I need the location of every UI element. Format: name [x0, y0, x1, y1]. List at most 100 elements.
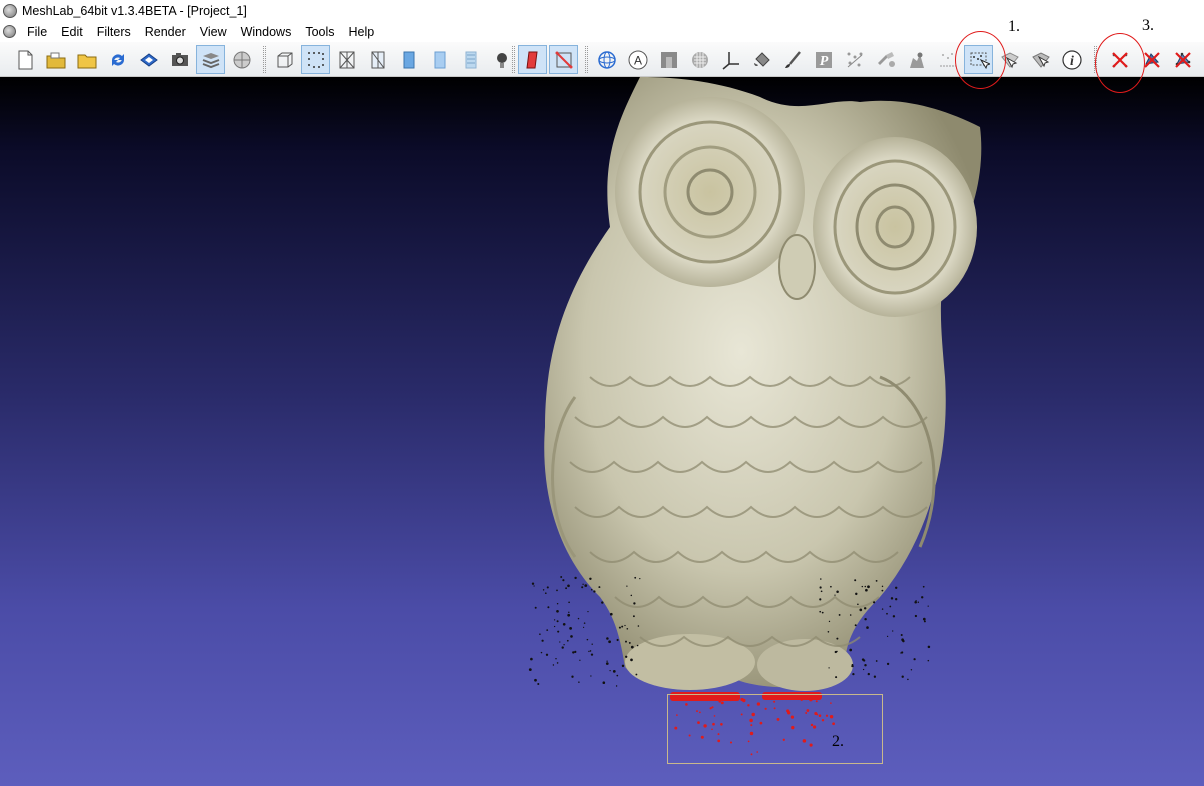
noise-point: [923, 620, 926, 623]
noise-point: [639, 577, 641, 580]
owl-right-eye: [813, 137, 977, 317]
noise-point: [568, 611, 570, 614]
raster-button[interactable]: [654, 45, 683, 74]
bbox-button[interactable]: [270, 45, 299, 74]
menu-tools[interactable]: Tools: [303, 25, 342, 39]
reference-icon: [939, 52, 956, 66]
manipulator-button[interactable]: [871, 45, 900, 74]
reference-button[interactable]: [933, 45, 962, 74]
snapshot-button[interactable]: [165, 45, 194, 74]
noise-point: [605, 662, 609, 665]
noise-point: [553, 625, 556, 628]
noise-point: [630, 658, 633, 662]
quality-map-button[interactable]: [902, 45, 931, 74]
points-button[interactable]: [301, 45, 330, 74]
texture-button[interactable]: [456, 45, 485, 74]
noise-point: [602, 681, 606, 684]
toolbar-separator: [263, 46, 266, 73]
open-project-icon: [46, 52, 65, 68]
open-mesh-button[interactable]: [72, 45, 101, 74]
flat-icon: [403, 51, 414, 68]
menu-windows[interactable]: Windows: [239, 25, 300, 39]
noise-point: [544, 592, 547, 595]
noise-point: [875, 579, 878, 582]
reload-icon: [111, 53, 124, 66]
backface-button[interactable]: [518, 45, 547, 74]
noise-point: [867, 585, 870, 589]
noise-point: [886, 662, 890, 666]
noise-point: [819, 610, 822, 613]
smooth-button[interactable]: [425, 45, 454, 74]
noise-point: [889, 605, 892, 608]
menu-file[interactable]: File: [25, 25, 55, 39]
noise-point: [553, 619, 556, 621]
owl-mesh-render: [528, 77, 982, 756]
flat-button[interactable]: [394, 45, 423, 74]
new-project-button[interactable]: [10, 45, 39, 74]
menu-render[interactable]: Render: [143, 25, 194, 39]
open-project-button[interactable]: [41, 45, 70, 74]
noise-point: [612, 670, 616, 673]
select-vertices-button[interactable]: [964, 45, 993, 74]
noise-point: [633, 602, 636, 605]
trackball-button[interactable]: [592, 45, 621, 74]
annotation-icon: A: [628, 50, 647, 69]
noise-point: [927, 659, 930, 662]
bbox-icon: [277, 52, 292, 67]
noise-point: [621, 664, 625, 668]
delete-faces-vertices-button[interactable]: [1168, 45, 1197, 74]
noise-point: [835, 676, 838, 679]
decorate-button[interactable]: [227, 45, 256, 74]
measure-axes-button[interactable]: [716, 45, 745, 74]
decorate-icon: [233, 51, 250, 68]
reload-button[interactable]: [103, 45, 132, 74]
noise-point: [539, 633, 541, 635]
hidden-lines-button[interactable]: [363, 45, 392, 74]
delete-vertices-button[interactable]: [1105, 45, 1134, 74]
noise-point: [565, 587, 568, 590]
manipulator-icon: [877, 51, 895, 67]
hidden-lines-icon: [371, 51, 384, 68]
noise-point: [854, 624, 857, 627]
noise-point: [849, 614, 852, 616]
wireframe-button[interactable]: [332, 45, 361, 74]
select-connected-button[interactable]: [995, 45, 1024, 74]
align-button[interactable]: [840, 45, 869, 74]
select-z-button[interactable]: [1026, 45, 1055, 74]
pickpoints-button[interactable]: P: [809, 45, 838, 74]
noise-point: [546, 629, 549, 631]
annotation-button[interactable]: A: [623, 45, 652, 74]
menu-edit[interactable]: Edit: [59, 25, 91, 39]
3d-viewport[interactable]: [0, 77, 1204, 786]
quality-map-icon: [909, 52, 924, 68]
system-menu-icon[interactable]: [3, 25, 16, 38]
noise-point: [568, 601, 570, 604]
noise-point: [827, 631, 830, 633]
noise-point: [838, 613, 841, 616]
brush-button[interactable]: [778, 45, 807, 74]
save-button[interactable]: [134, 45, 163, 74]
paint-bucket-button[interactable]: [747, 45, 776, 74]
select-faces-button[interactable]: [549, 45, 578, 74]
layers-button[interactable]: [196, 45, 225, 74]
noise-point: [598, 586, 601, 589]
noise-point: [546, 586, 549, 589]
texture-param-button[interactable]: [685, 45, 714, 74]
noise-point: [567, 613, 571, 617]
noise-point: [585, 584, 588, 587]
meshlab-logo-icon: [3, 3, 17, 18]
align-icon: [847, 52, 862, 67]
noise-point: [892, 630, 894, 632]
menu-view[interactable]: View: [198, 25, 235, 39]
delete-faces-button[interactable]: [1137, 45, 1166, 74]
menu-help[interactable]: Help: [347, 25, 383, 39]
noise-point: [556, 620, 559, 623]
noise-point: [608, 640, 611, 644]
noise-point: [581, 586, 584, 589]
noise-point: [556, 589, 558, 592]
menu-filters[interactable]: Filters: [95, 25, 139, 39]
info-button[interactable]: i: [1057, 45, 1086, 74]
texture-icon: [465, 51, 476, 68]
noise-point: [606, 660, 608, 662]
noise-point: [637, 625, 640, 627]
